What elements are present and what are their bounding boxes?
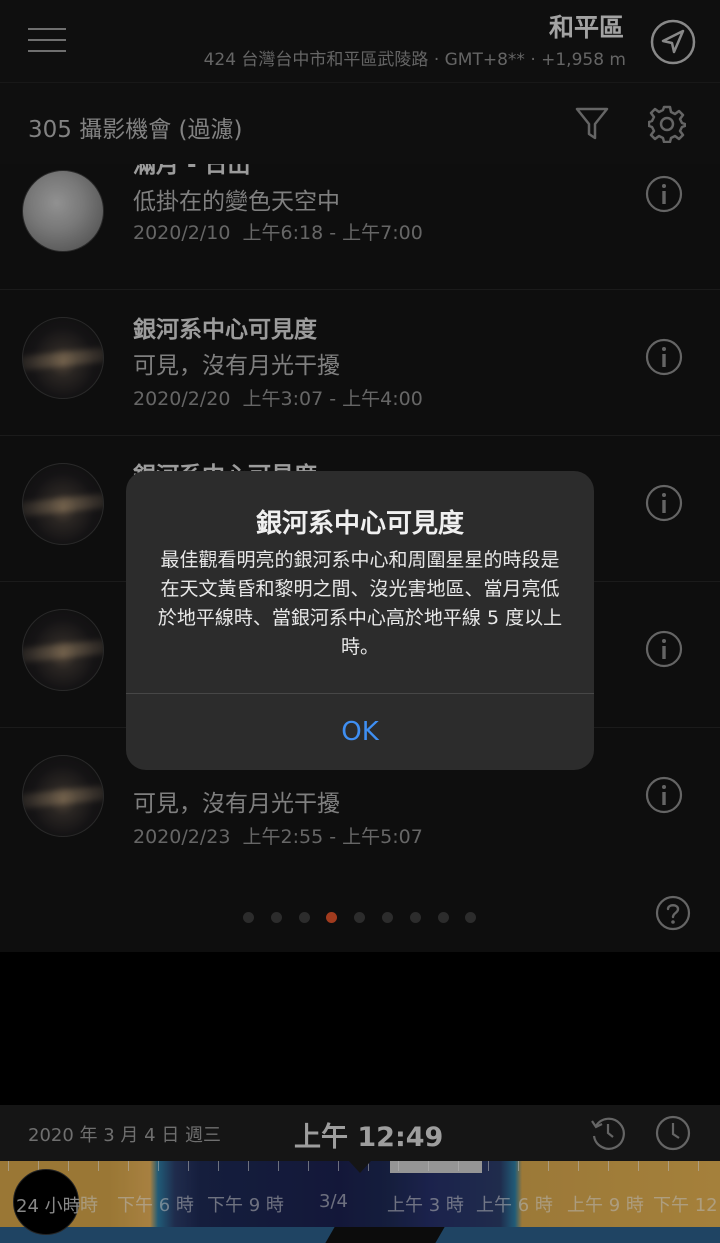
ok-button[interactable]: OK [126,694,594,770]
alert-dialog: 銀河系中心可見度 最佳觀看明亮的銀河系中心和周圍星星的時段是在天文黃昏和黎明之間… [126,471,594,770]
alert-message: 最佳觀看明亮的銀河系中心和周圍星星的時段是在天文黃昏和黎明之間、沒光害地區、當月… [157,549,563,658]
alert-title: 銀河系中心可見度 [255,509,464,539]
